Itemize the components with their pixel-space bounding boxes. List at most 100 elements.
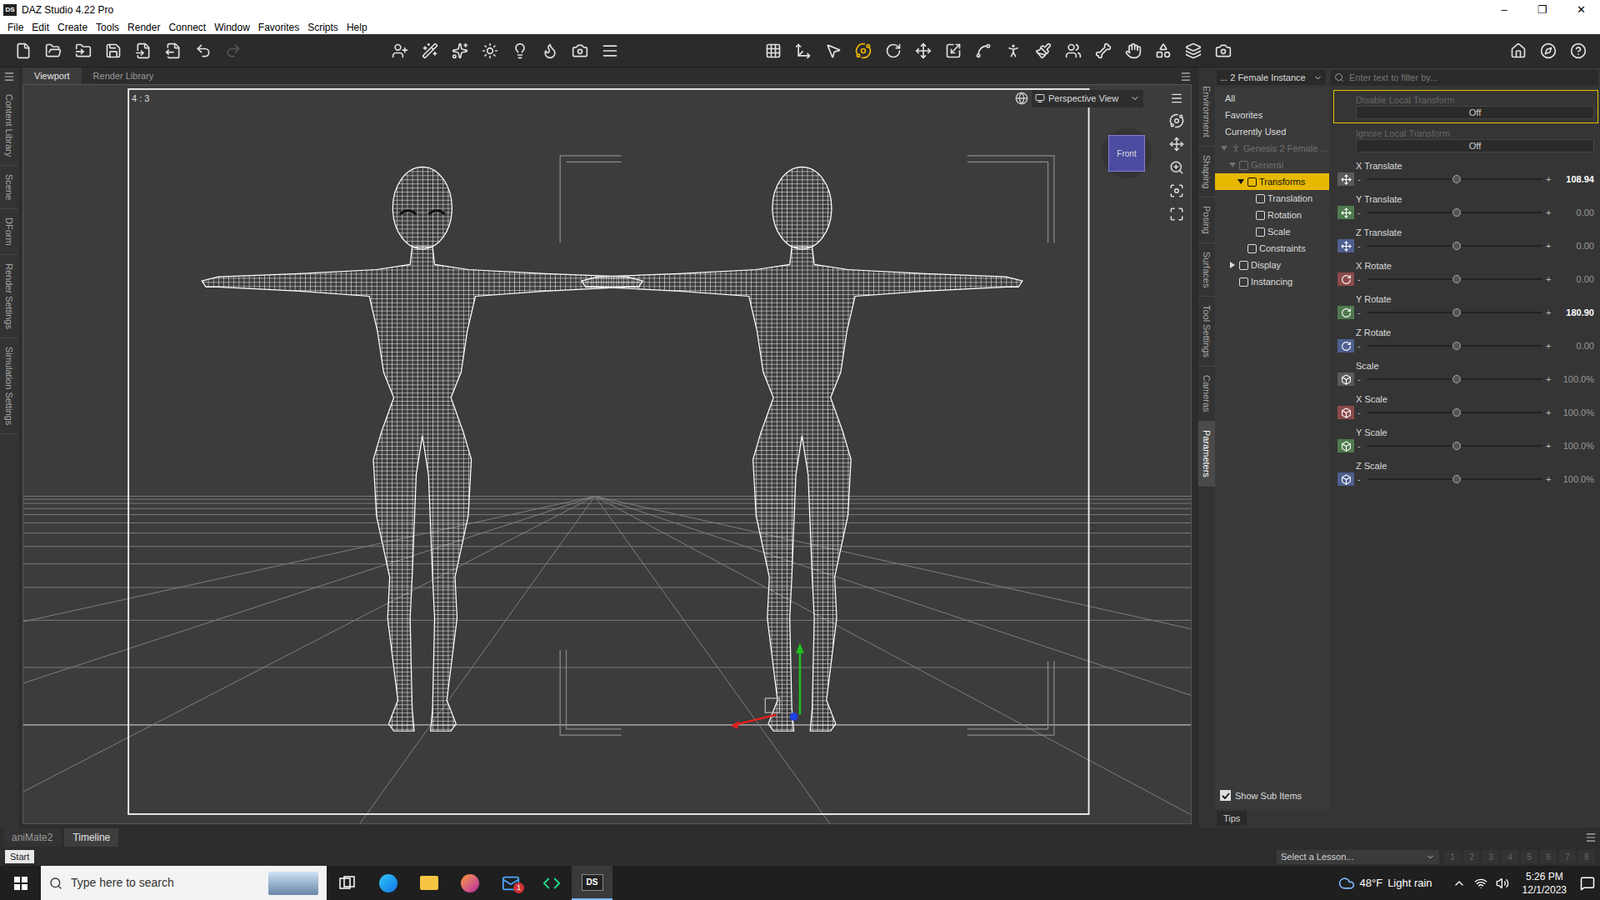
taskbar-app[interactable]: DS bbox=[571, 865, 613, 900]
toolbar-button[interactable] bbox=[415, 38, 445, 64]
toolbar-button[interactable] bbox=[1533, 38, 1564, 64]
lesson-page[interactable]: 8 bbox=[1578, 850, 1595, 864]
taskbar-app[interactable] bbox=[530, 865, 572, 900]
figure[interactable] bbox=[581, 166, 1023, 731]
tree-item[interactable]: Instancing bbox=[1215, 273, 1330, 290]
scene-drawing[interactable] bbox=[23, 85, 1191, 824]
tree-item[interactable]: Display bbox=[1215, 256, 1330, 274]
tree-item[interactable]: Currently Used bbox=[1215, 123, 1330, 140]
slider-track[interactable] bbox=[1367, 308, 1543, 317]
slider-knob[interactable] bbox=[1452, 308, 1461, 317]
viewport-tab[interactable]: Render Library bbox=[81, 67, 166, 85]
menu-item[interactable]: Render bbox=[123, 20, 165, 35]
tool-button[interactable] bbox=[758, 38, 789, 64]
start-button[interactable]: Start bbox=[5, 850, 35, 865]
toggle-button[interactable]: Off bbox=[1355, 139, 1595, 153]
toolbar-button[interactable] bbox=[1563, 38, 1594, 64]
toolbar-button[interactable] bbox=[1503, 38, 1534, 64]
slider-track[interactable] bbox=[1367, 241, 1543, 250]
tool-button[interactable] bbox=[968, 38, 999, 64]
tree-item[interactable]: All bbox=[1215, 90, 1330, 107]
parameter-row[interactable]: Z Rotate-+0.00 bbox=[1333, 323, 1599, 357]
pan-icon[interactable] bbox=[1169, 136, 1185, 152]
dock-tab[interactable]: Environment bbox=[1198, 77, 1215, 147]
toolbar-button[interactable] bbox=[128, 38, 159, 64]
expanded-arrow-icon[interactable] bbox=[1220, 145, 1228, 152]
clock[interactable]: 5:26 PM12/1/2023 bbox=[1517, 870, 1572, 897]
menu-item[interactable]: Scripts bbox=[303, 20, 343, 35]
slider-knob[interactable] bbox=[1452, 208, 1461, 217]
tool-button[interactable] bbox=[1118, 38, 1149, 64]
parameter-row[interactable]: Z Translate-+0.00 bbox=[1333, 223, 1599, 257]
toolbar-button[interactable] bbox=[188, 38, 219, 64]
tree-item[interactable]: Transforms bbox=[1215, 173, 1330, 190]
chevron-up-icon[interactable] bbox=[1452, 876, 1466, 890]
dock-tab[interactable]: Tool Settings bbox=[1198, 296, 1215, 367]
viewport-canvas[interactable]: 4 : 3Perspective ViewFront bbox=[22, 84, 1192, 825]
toolbar-button[interactable] bbox=[565, 38, 595, 64]
network-icon[interactable] bbox=[1474, 876, 1488, 890]
parameter-row[interactable]: Disable Local TransformOff bbox=[1333, 90, 1599, 124]
tool-button[interactable] bbox=[878, 38, 909, 64]
toolbar-button[interactable] bbox=[385, 38, 415, 64]
notifications-icon[interactable] bbox=[1580, 875, 1595, 891]
parameter-row[interactable]: X Scale-+100.0% bbox=[1333, 390, 1599, 424]
dock-tab[interactable]: Parameters bbox=[1198, 421, 1215, 487]
expanded-arrow-icon[interactable] bbox=[1237, 178, 1245, 185]
dock-tab[interactable]: Surfaces bbox=[1198, 243, 1215, 297]
parameter-row[interactable]: Y Rotate-+180.90 bbox=[1333, 290, 1599, 324]
slider-track[interactable] bbox=[1367, 408, 1543, 417]
slider-track[interactable] bbox=[1367, 175, 1543, 184]
taskbar-search[interactable]: Type here to search bbox=[40, 865, 327, 900]
taskbar-app[interactable] bbox=[367, 865, 409, 900]
menu-icon[interactable] bbox=[1170, 91, 1184, 105]
toggle-button[interactable]: Off bbox=[1355, 105, 1595, 120]
filter-field[interactable]: Enter text to filter by... bbox=[1330, 70, 1599, 86]
slider-track[interactable] bbox=[1367, 341, 1543, 350]
slider-knob[interactable] bbox=[1452, 341, 1461, 350]
frame-icon[interactable] bbox=[1169, 183, 1185, 199]
slider-track[interactable] bbox=[1367, 275, 1543, 284]
slider-knob[interactable] bbox=[1452, 441, 1461, 450]
menu-icon[interactable] bbox=[1180, 70, 1192, 83]
window-control[interactable]: ✕ bbox=[1561, 0, 1600, 20]
dock-tab[interactable]: Render Settings bbox=[0, 255, 19, 339]
taskbar-app[interactable] bbox=[449, 865, 490, 900]
slider-knob[interactable] bbox=[1452, 241, 1461, 250]
slider-knob[interactable] bbox=[1452, 475, 1461, 484]
lesson-page[interactable]: 6 bbox=[1540, 850, 1557, 864]
menu-item[interactable]: Connect bbox=[164, 20, 210, 35]
tool-button[interactable] bbox=[1058, 38, 1089, 64]
tool-button[interactable] bbox=[1148, 38, 1179, 64]
tree-item[interactable]: Genesis 2 Female ... bbox=[1215, 140, 1330, 157]
toolbar-button[interactable] bbox=[595, 38, 625, 64]
parameter-row[interactable]: X Translate-+108.94 bbox=[1333, 156, 1599, 190]
slider-track[interactable] bbox=[1367, 208, 1543, 217]
parameter-row[interactable]: Y Translate-+0.00 bbox=[1333, 190, 1599, 224]
globe-icon[interactable] bbox=[1015, 91, 1029, 105]
tree-item[interactable]: Constraints bbox=[1215, 240, 1330, 257]
menu-item[interactable]: Help bbox=[342, 20, 372, 35]
tool-button[interactable] bbox=[818, 38, 849, 64]
collapsed-arrow-icon[interactable] bbox=[1229, 261, 1236, 269]
figure[interactable] bbox=[201, 166, 643, 731]
zoom-icon[interactable] bbox=[1169, 160, 1185, 175]
bottom-tab[interactable]: aniMate2 bbox=[3, 828, 61, 847]
window-control[interactable]: – bbox=[1485, 0, 1524, 20]
bottom-tab[interactable]: Timeline bbox=[64, 828, 119, 847]
taskbar-app[interactable] bbox=[408, 865, 450, 900]
menu-item[interactable]: Favorites bbox=[254, 20, 304, 35]
parameter-row[interactable]: X Rotate-+0.00 bbox=[1333, 256, 1599, 290]
dock-tab[interactable]: DForm bbox=[0, 209, 19, 255]
toolbar-button[interactable] bbox=[8, 38, 39, 64]
tool-button[interactable] bbox=[1208, 38, 1239, 64]
lesson-page[interactable]: 3 bbox=[1482, 850, 1500, 864]
start-menu-button[interactable] bbox=[0, 865, 41, 900]
slider-track[interactable] bbox=[1367, 441, 1543, 450]
orbit-icon[interactable] bbox=[1169, 113, 1185, 129]
dock-tab[interactable]: Content Library bbox=[0, 85, 19, 166]
toolbar-button[interactable] bbox=[98, 38, 129, 64]
gizmo[interactable] bbox=[730, 642, 805, 729]
tool-button[interactable] bbox=[1028, 38, 1059, 64]
lesson-dropdown[interactable]: Select a Lesson... bbox=[1276, 850, 1440, 865]
